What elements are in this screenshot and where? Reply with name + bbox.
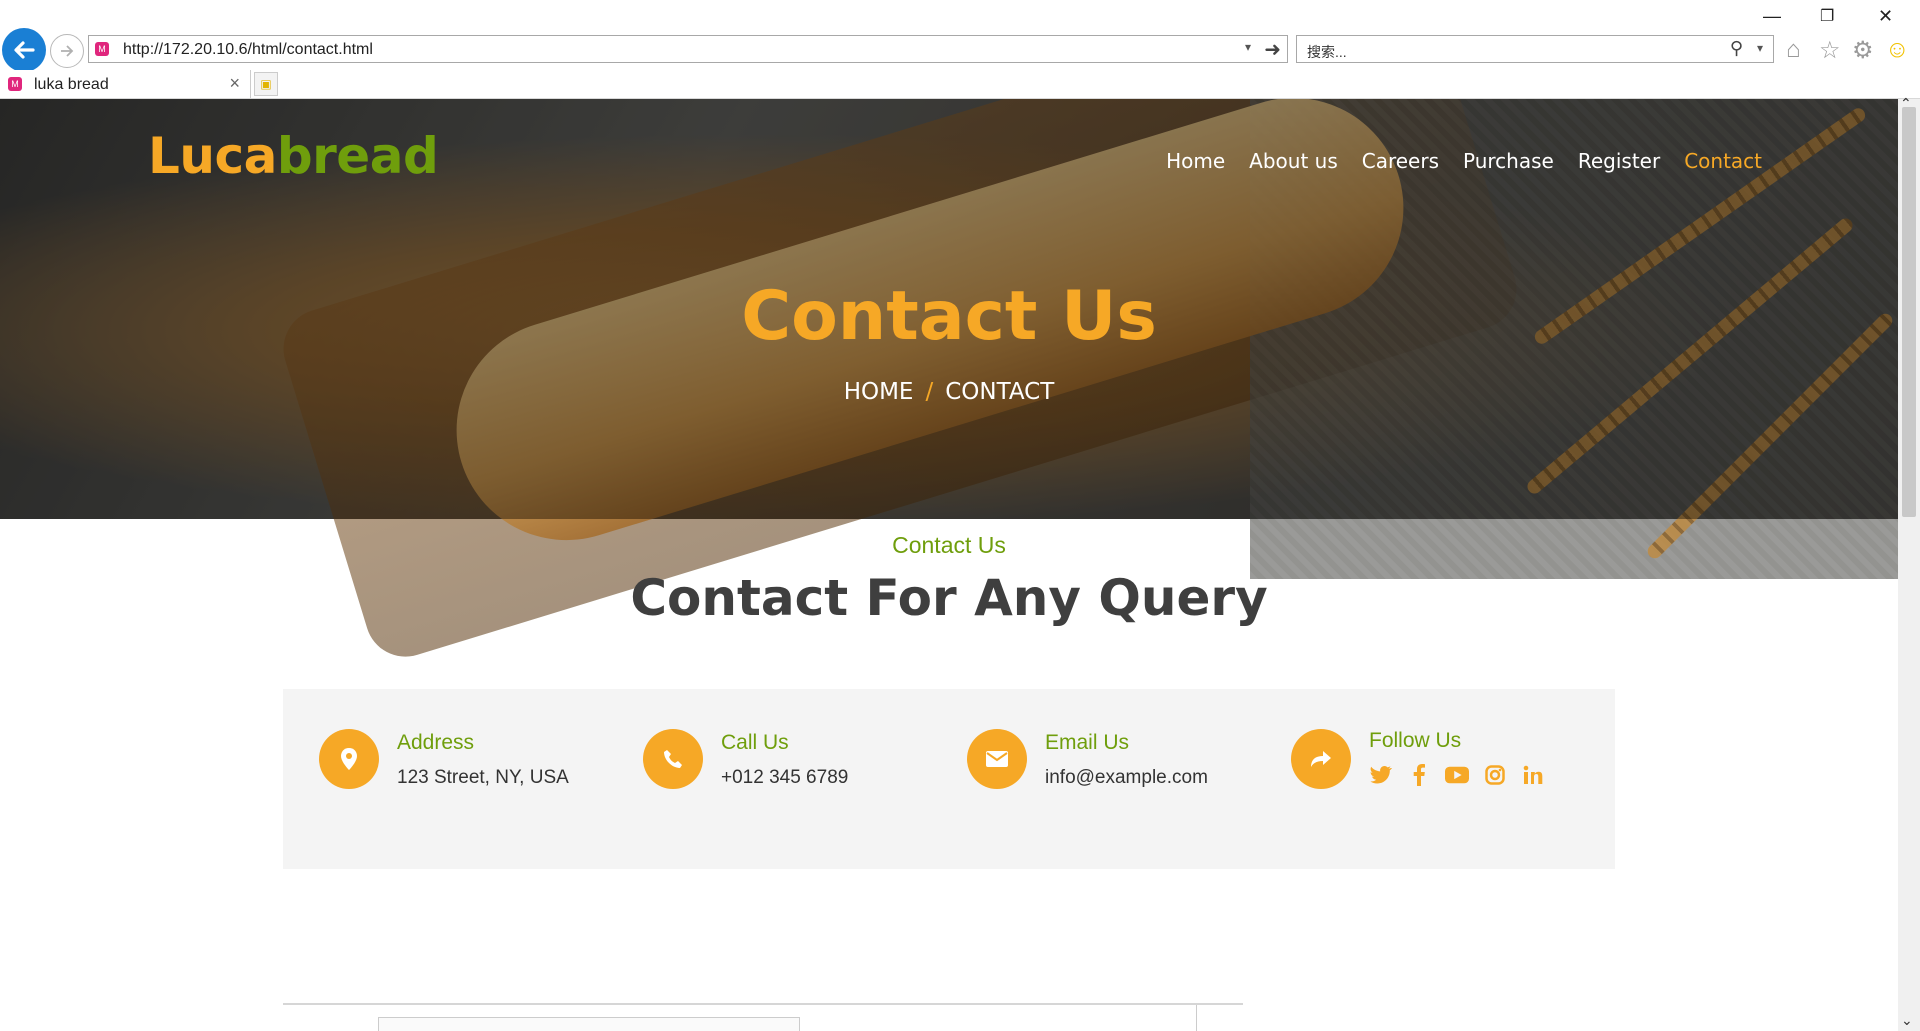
info-label: Address (397, 731, 475, 754)
section-subtitle: Contact Us (892, 532, 1006, 558)
tab-title[interactable]: luka bread (34, 76, 109, 94)
browser-search-box[interactable]: 搜索... ⚲ ▾ (1296, 35, 1774, 63)
info-label: Call Us (721, 731, 789, 754)
browser-tab[interactable]: M luka bread × (0, 70, 251, 98)
info-value[interactable]: info@example.com (1045, 767, 1208, 789)
scroll-down-icon[interactable]: ⌄ (1901, 1012, 1913, 1029)
new-tab-button[interactable]: ▣ (254, 72, 278, 96)
main-nav: Home About us Careers Purchase Register … (1166, 149, 1762, 173)
breadcrumb-current: CONTACT (945, 379, 1055, 405)
feedback-smiley-icon[interactable]: ☺ (1885, 36, 1910, 64)
breadcrumb-separator: / (925, 379, 934, 405)
tab-close-icon[interactable]: × (229, 73, 240, 94)
map-embed-divider (1196, 1005, 1197, 1031)
nav-careers[interactable]: Careers (1362, 149, 1439, 173)
phone-icon (643, 729, 703, 789)
logo-part-1: Luca (148, 127, 277, 185)
close-window-icon[interactable]: ✕ (1878, 6, 1893, 27)
share-icon (1291, 729, 1351, 789)
site-favicon-icon: M (95, 42, 109, 56)
home-icon[interactable]: ⌂ (1786, 36, 1801, 64)
info-label: Email Us (1045, 731, 1130, 754)
tab-favicon-icon: M (8, 77, 22, 91)
arrow-left-icon (14, 41, 35, 59)
browser-chrome: M http://172.20.10.6/html/contact.html ▾… (0, 0, 1920, 99)
minimize-icon[interactable]: — (1763, 6, 1781, 27)
instagram-icon[interactable] (1483, 763, 1507, 787)
go-arrow-icon[interactable]: ➜ (1264, 37, 1281, 62)
info-label: Follow Us (1369, 729, 1462, 752)
logo-part-2: bread (276, 127, 439, 185)
nav-purchase[interactable]: Purchase (1463, 149, 1554, 173)
favorites-star-icon[interactable]: ☆ (1819, 36, 1841, 65)
youtube-icon[interactable] (1445, 763, 1469, 787)
twitter-icon[interactable] (1369, 763, 1393, 787)
web-page: Lucabread Home About us Careers Purchase… (0, 99, 1898, 1031)
hero-title: Contact Us (741, 277, 1157, 356)
scroll-thumb[interactable] (1902, 107, 1916, 517)
address-url[interactable]: http://172.20.10.6/html/contact.html (123, 41, 373, 59)
map-embed-toolbar[interactable] (378, 1017, 800, 1031)
social-links (1369, 763, 1545, 787)
section-title: Contact For Any Query (630, 569, 1268, 627)
search-placeholder[interactable]: 搜索... (1307, 42, 1347, 62)
address-dropdown-icon[interactable]: ▾ (1245, 40, 1251, 54)
map-pin-icon (319, 729, 379, 789)
nav-register[interactable]: Register (1578, 149, 1660, 173)
linkedin-icon[interactable] (1521, 763, 1545, 787)
page-scrollbar[interactable]: ⌃ ⌄ (1898, 95, 1920, 1031)
back-button[interactable] (2, 28, 46, 72)
info-value: 123 Street, NY, USA (397, 767, 569, 788)
envelope-icon (967, 729, 1027, 789)
restore-icon[interactable]: ❐ (1820, 6, 1834, 26)
contact-info-box: Address 123 Street, NY, USA Call Us +012… (283, 689, 1615, 869)
info-value[interactable]: +012 345 6789 (721, 767, 848, 789)
breadcrumb-home[interactable]: HOME (844, 379, 914, 405)
arrow-right-icon (61, 45, 74, 57)
search-icon[interactable]: ⚲ (1730, 38, 1743, 59)
nav-contact[interactable]: Contact (1684, 149, 1762, 173)
nav-about-us[interactable]: About us (1249, 149, 1338, 173)
search-dropdown-icon[interactable]: ▾ (1757, 41, 1763, 55)
map-embed-top-border (283, 1003, 1243, 1005)
site-logo[interactable]: Lucabread (148, 127, 439, 185)
nav-home[interactable]: Home (1166, 149, 1225, 173)
hero-wheat-shape (1524, 215, 1856, 497)
settings-gear-icon[interactable]: ⚙ (1852, 36, 1874, 65)
facebook-icon[interactable] (1407, 763, 1431, 787)
address-bar[interactable]: M http://172.20.10.6/html/contact.html ▾… (88, 35, 1288, 63)
forward-button[interactable] (50, 34, 84, 68)
breadcrumb: HOME / CONTACT (0, 379, 1898, 405)
